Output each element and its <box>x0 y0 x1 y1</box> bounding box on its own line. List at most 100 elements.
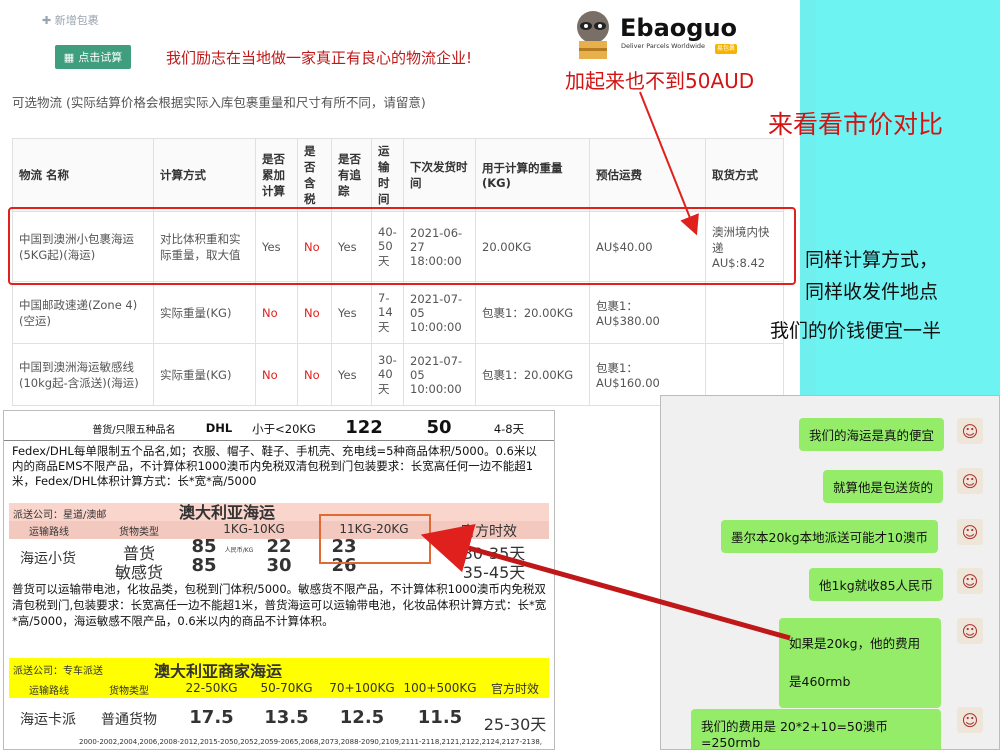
sea-company: 派送公司：星道/澳邮 <box>13 510 107 521</box>
logistics-table: 物流 名称 计算方式 是否累加计算 是否含税 是否有追踪 运输时间 下次发货时间… <box>12 138 784 406</box>
col-tracking: 是否有追踪 <box>331 138 372 212</box>
logo-badge: 易包裹 <box>715 44 737 54</box>
raccoon-avatar-icon: ☺ <box>961 571 979 591</box>
sea-header: 官方时效 <box>461 524 517 540</box>
logo-tagline: Deliver Parcels Worldwide <box>621 42 706 50</box>
cell-weight: 20.00KG <box>475 211 590 282</box>
under-50-annotation: 加起来也不到50AUD <box>565 69 755 93</box>
avatar: ☺ <box>957 468 983 494</box>
sea-price: 85 <box>191 555 217 576</box>
truck-header: 50-70KG <box>260 681 313 695</box>
cell-transit: 7-14天 <box>371 281 404 344</box>
cell-transit: 40-50天 <box>371 211 404 282</box>
truck-header: 货物类型 <box>109 686 149 697</box>
cell-cumulative: No <box>255 281 298 344</box>
cell-fee: AU$40.00 <box>589 211 706 282</box>
cell-pickup: 澳洲境内快递 AU$:8.42 <box>705 211 784 282</box>
raccoon-avatar-icon: ☺ <box>961 522 979 542</box>
sea-route: 海运小货 <box>20 551 76 567</box>
calc-button[interactable]: ▦ 点击试算 <box>55 45 131 69</box>
sea-header: 1KG-10KG <box>223 522 285 536</box>
cell-cumulative: No <box>255 343 298 406</box>
avatar: ☺ <box>957 568 983 594</box>
col-weight: 用于计算的重量(KG) <box>475 138 590 212</box>
cell-tax: No <box>297 211 332 282</box>
truck-header: 100+500KG <box>403 681 477 695</box>
add-package-link[interactable]: ✚ 新增包裹 <box>42 12 99 28</box>
options-title: 可选物流 (实际结算价格会根据实际入库包裹重量和尺寸有所不同，请留意) <box>12 95 426 110</box>
col-pickup: 取货方式 <box>705 138 784 212</box>
cell-next-ship: 2021-06-27 18:00:00 <box>403 211 476 282</box>
cell-name: 中国到澳洲小包裹海运(5KG起)(海运) <box>12 211 154 282</box>
cell-tracking: Yes <box>331 343 372 406</box>
background-cyan-top <box>800 0 816 410</box>
col-cumulative: 是否累加计算 <box>255 138 298 212</box>
half-price-note: 我们的价钱便宜一半 <box>770 320 942 342</box>
chat-message: 我们的费用是 20*2+10=50澳币=250rmb <box>691 709 941 749</box>
cell-tax: No <box>297 343 332 406</box>
calc-button-label: 点击试算 <box>78 51 123 64</box>
cell-name: 中国邮政速递(Zone 4)(空运) <box>12 281 154 344</box>
sea-title: 澳大利亚海运 <box>179 503 276 522</box>
cell-name: 中国到澳洲海运敏感线(10kg起-含派送)(海运) <box>12 343 154 406</box>
cell-tracking: Yes <box>331 211 372 282</box>
truck-company: 派送公司：专车派送 <box>13 666 103 677</box>
chat-message: 就算他是包送货的 <box>823 470 944 503</box>
avatar: ☺ <box>957 418 983 444</box>
table-header-row: 物流 名称 计算方式 是否累加计算 是否含税 是否有追踪 运输时间 下次发货时间… <box>12 138 784 212</box>
chat-panel: 我们的海运是真的便宜 就算他是包送货的 墨尔本20kg本地派送可能才10澳币 他… <box>660 395 1000 750</box>
postcode-list: 2000-2002,2004,2006,2008-2012,2015-2050,… <box>79 738 543 746</box>
cell-calc-method: 实际重量(KG) <box>153 281 256 344</box>
col-calc-method: 计算方式 <box>153 138 256 212</box>
raccoon-avatar-icon: ☺ <box>961 710 979 730</box>
truck-header: 官方时效 <box>490 682 539 696</box>
sea-unit: 人民币/KG <box>224 547 254 554</box>
table-row[interactable]: 中国到澳洲小包裹海运(5KG起)(海运) 对比体积重和实际重量，取大值 Yes … <box>12 211 784 282</box>
cell-cumulative: Yes <box>255 211 298 282</box>
sea-price: 22 <box>266 536 292 557</box>
logo-name: Ebaoguo <box>620 14 738 42</box>
fedex-note: Fedex/DHL每单限制五个品名,如；衣服、帽子、鞋子、手机壳、充电线=5种商… <box>12 444 537 488</box>
raccoon-avatar-icon: ☺ <box>961 621 979 641</box>
cell-calc-method: 实际重量(KG) <box>153 343 256 406</box>
truck-eta: 25-30天 <box>483 715 547 734</box>
cell-next-ship: 2021-07-05 10:00:00 <box>403 343 476 406</box>
cell-next-ship: 2021-07-05 10:00:00 <box>403 281 476 344</box>
chat-message: 墨尔本20kg本地派送可能才10澳币 <box>721 520 938 553</box>
cell-weight: 包裹1：20.00KG <box>475 343 590 406</box>
sea-cargo-type: 敏感货 <box>114 563 163 582</box>
cell-weight: 包裹1：20.00KG <box>475 281 590 344</box>
sea-header: 货物类型 <box>119 527 159 538</box>
cell-tax: No <box>297 281 332 344</box>
sea-header: 运输路线 <box>29 527 69 538</box>
sea-price: 30 <box>266 555 292 576</box>
highlight-box-orange <box>319 514 431 564</box>
truck-price: 17.5 <box>189 707 234 728</box>
same-method-note: 同样计算方式， <box>805 249 939 271</box>
col-tax: 是否含税 <box>297 138 332 212</box>
dhl-row: 普货/只限五种品名 DHL 小于<20KG 122 50 4-8天 <box>4 417 554 441</box>
table-row[interactable]: 中国邮政速递(Zone 4)(空运) 实际重量(KG) No No Yes 7-… <box>12 281 784 344</box>
col-fee: 预估运费 <box>589 138 706 212</box>
avatar: ☺ <box>957 519 983 545</box>
truck-price: 12.5 <box>339 707 385 728</box>
truck-header: 70+100KG <box>329 681 395 695</box>
compare-annotation: 来看看市价对比 <box>768 110 944 139</box>
competitor-price-sheet: 普货/只限五种品名 DHL 小于<20KG 122 50 4-8天 Fedex/… <box>3 410 555 750</box>
calculator-icon: ▦ <box>63 50 75 64</box>
chat-message: 如果是20kg，他的费用是460rmb <box>779 618 941 708</box>
col-name: 物流 名称 <box>12 138 154 212</box>
col-transit: 运输时间 <box>371 138 404 212</box>
raccoon-avatar-icon: ☺ <box>961 421 979 441</box>
truck-header: 22-50KG <box>185 681 238 695</box>
cell-fee: 包裹1：AU$380.00 <box>589 281 706 344</box>
sea-price: 85 <box>191 536 217 557</box>
slogan-text: 我们励志在当地做一家真正有良心的物流企业! <box>166 49 473 67</box>
avatar: ☺ <box>957 618 983 644</box>
truck-header: 运输路线 <box>29 686 69 697</box>
avatar: ☺ <box>957 707 983 733</box>
sea-note: 普货可以运输带电池，化妆品类，包税到门体积/5000。敏感货不限产品，不计算体积… <box>12 582 547 628</box>
chat-message: 我们的海运是真的便宜 <box>799 418 945 451</box>
truck-price: 13.5 <box>264 707 309 728</box>
truck-route: 海运卡派 <box>20 712 76 728</box>
